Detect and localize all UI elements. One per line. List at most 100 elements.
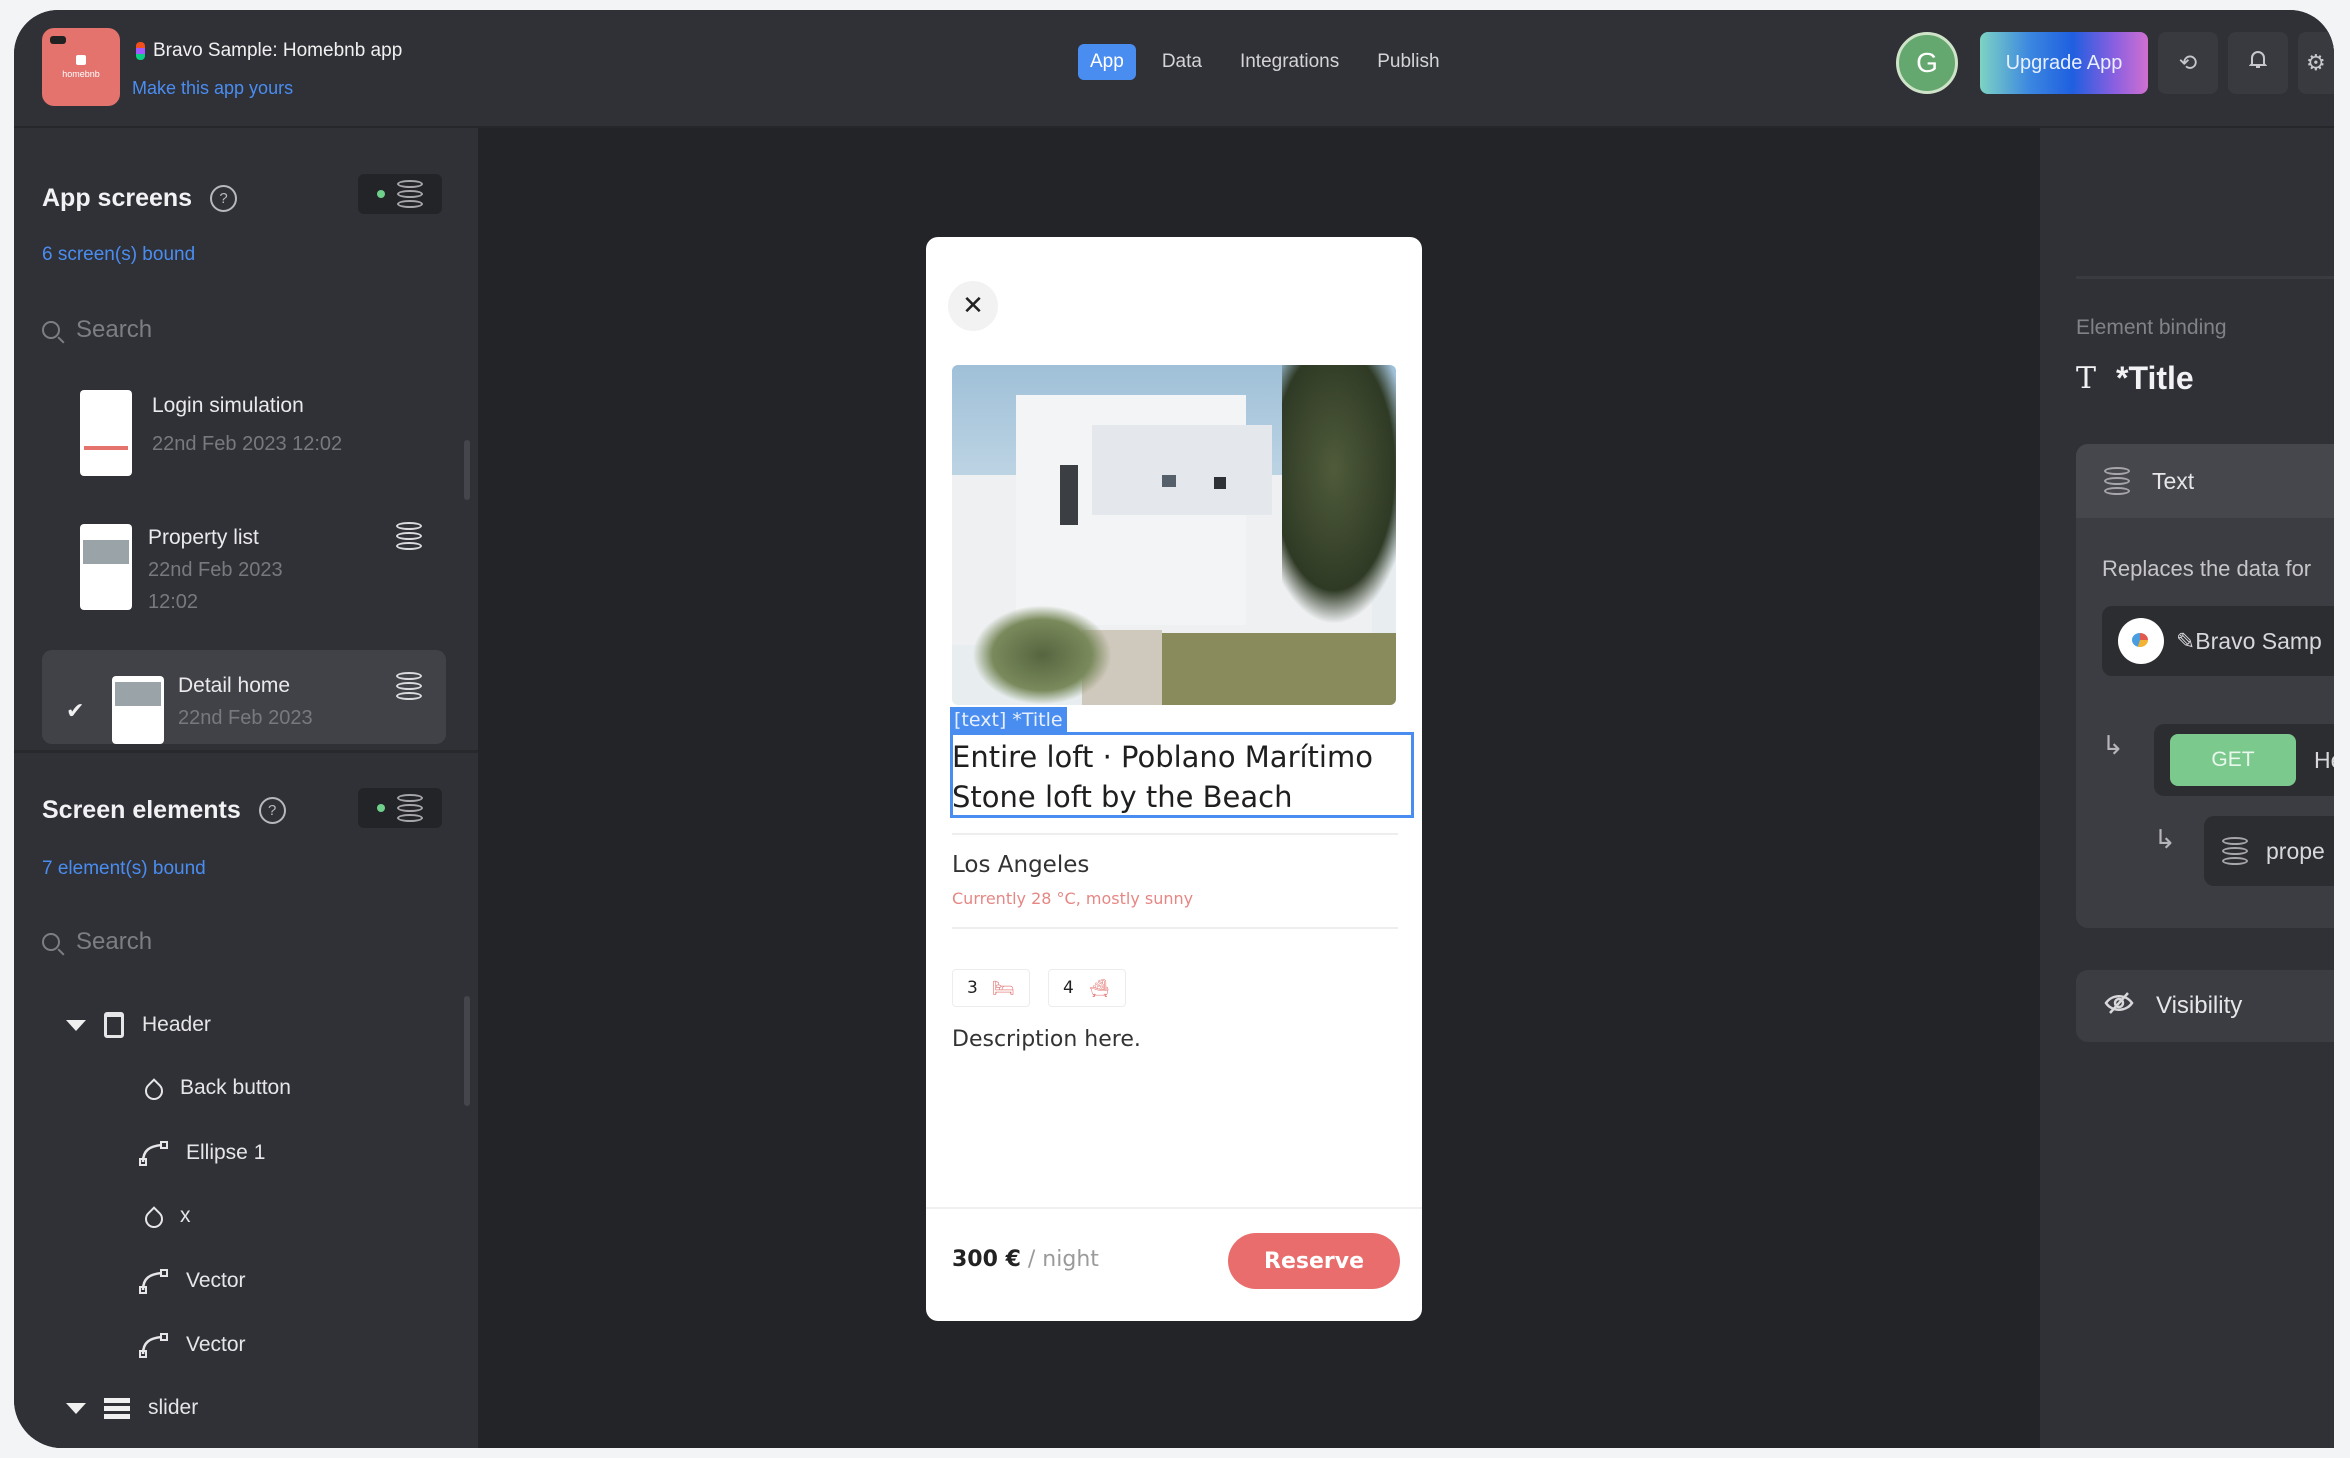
- screen-thumbnail: [80, 390, 132, 476]
- bathrooms-badge: 4 🛁︎: [1048, 969, 1126, 1007]
- app-logo[interactable]: homebnb: [42, 28, 120, 106]
- element-title: T *Title: [2076, 360, 2194, 397]
- text-binding-header[interactable]: Text: [2076, 444, 2334, 518]
- screen-time: 12:02: [148, 591, 199, 613]
- bathrooms-count: 4: [1063, 978, 1074, 998]
- top-bar: homebnb Bravo Sample: Homebnb app Make t…: [14, 10, 2334, 128]
- make-app-yours-link[interactable]: Make this app yours: [132, 78, 293, 99]
- screens-search-input[interactable]: Search: [42, 316, 152, 344]
- weather-text: Currently 28 °C, mostly sunny: [952, 889, 1194, 908]
- request-chip[interactable]: GET He: [2154, 724, 2334, 796]
- tree-item-back-button[interactable]: Back button: [144, 1076, 291, 1100]
- tree-item-header[interactable]: Header: [66, 1012, 211, 1038]
- close-icon: ✕: [962, 291, 984, 321]
- screen-item-detail-home[interactable]: ✔ Detail home 22nd Feb 2023: [42, 650, 446, 744]
- bathtub-icon: 🛁︎: [1087, 977, 1111, 999]
- notifications-button[interactable]: [2228, 32, 2288, 94]
- screen-date: 22nd Feb 2023: [178, 707, 313, 729]
- tab-publish[interactable]: Publish: [1365, 44, 1451, 80]
- reserve-button[interactable]: Reserve: [1228, 1233, 1400, 1289]
- http-method-badge: GET: [2170, 734, 2296, 786]
- tab-data[interactable]: Data: [1150, 44, 1214, 80]
- main-nav: App Data Integrations Publish: [1078, 44, 1452, 80]
- check-icon: ✔: [66, 698, 85, 723]
- caret-down-icon[interactable]: [66, 1019, 86, 1031]
- property-image[interactable]: [952, 365, 1396, 705]
- close-button[interactable]: ✕: [948, 281, 998, 331]
- screen-elements-title: Screen elements: [42, 796, 241, 824]
- top-right-actions: G Upgrade App ⟲ ⚙: [1896, 32, 2334, 94]
- request-name: He: [2314, 746, 2334, 773]
- help-icon[interactable]: ?: [210, 185, 238, 212]
- tree-item-vector[interactable]: Vector: [138, 1268, 246, 1294]
- database-icon: [2104, 467, 2130, 495]
- screen-elements-header: Screen elements ?: [42, 796, 286, 825]
- divider: [952, 927, 1398, 929]
- tree-item-slider[interactable]: slider: [66, 1396, 198, 1420]
- logo-text: homebnb: [62, 69, 100, 79]
- data-source-logo: [2118, 618, 2164, 664]
- bell-icon: [2248, 50, 2268, 76]
- visibility-card[interactable]: Visibility: [2076, 970, 2334, 1042]
- property-city: Los Angeles: [952, 852, 1090, 878]
- sync-icon: ⟲: [2178, 50, 2198, 75]
- data-source-chip[interactable]: ✎Bravo Samp: [2102, 606, 2334, 676]
- database-icon: [397, 180, 423, 208]
- footer-divider: [926, 1207, 1422, 1209]
- binding-panel: Element binding T *Title Text Replaces t…: [2040, 128, 2334, 1448]
- sync-button[interactable]: ⟲: [2158, 32, 2218, 94]
- screen-name: Login simulation: [152, 394, 304, 417]
- settings-icon: ⚙: [2306, 50, 2326, 75]
- help-icon[interactable]: ?: [258, 797, 286, 824]
- screen-item-login-simulation[interactable]: Login simulation 22nd Feb 2023 12:02: [42, 386, 446, 496]
- screens-bound-link[interactable]: 6 screen(s) bound: [42, 244, 195, 266]
- element-name: *Title: [2116, 360, 2194, 396]
- app-screens-header: App screens ?: [42, 184, 238, 213]
- tab-integrations[interactable]: Integrations: [1228, 44, 1351, 80]
- text-binding-card: Text Replaces the data for ✎Bravo Samp ↳…: [2076, 444, 2334, 928]
- selection-tag: [text] *Title: [950, 707, 1067, 733]
- field-name: prope: [2266, 837, 2325, 864]
- caret-down-icon[interactable]: [66, 1402, 86, 1414]
- user-avatar[interactable]: G: [1896, 32, 1958, 94]
- screen-elements-db-toggle[interactable]: [358, 788, 442, 828]
- tree-item-label: x: [180, 1204, 191, 1227]
- vector-icon: [139, 1141, 168, 1166]
- elements-bound-link[interactable]: 7 element(s) bound: [42, 858, 206, 880]
- elements-scrollbar[interactable]: [464, 996, 470, 1106]
- screens-scrollbar[interactable]: [464, 440, 470, 500]
- tree-item-label: Vector: [186, 1333, 246, 1356]
- settings-button[interactable]: ⚙: [2298, 32, 2334, 94]
- elements-search-input[interactable]: Search: [42, 928, 152, 956]
- field-chip[interactable]: prope: [2204, 816, 2334, 886]
- screen-item-property-list[interactable]: Property list 22nd Feb 2023 12:02: [42, 520, 446, 620]
- price: 300 € / night: [952, 1247, 1099, 1272]
- list-icon: [104, 1397, 130, 1419]
- panel-divider: [2076, 276, 2334, 279]
- tree-item-ellipse-1[interactable]: Ellipse 1: [138, 1140, 265, 1166]
- status-dot: [377, 804, 385, 812]
- left-sidebar: App screens ? 6 screen(s) bound Search L…: [14, 128, 478, 1448]
- bag-icon: [76, 55, 86, 65]
- screen-name: Detail home: [178, 674, 291, 697]
- app-screens-db-toggle[interactable]: [358, 174, 442, 214]
- text-type-icon: T: [2076, 361, 2097, 396]
- app-window: homebnb Bravo Sample: Homebnb app Make t…: [14, 10, 2334, 1448]
- figma-icon: [136, 42, 145, 60]
- tree-item-x[interactable]: x: [144, 1204, 191, 1228]
- price-amount: 300 €: [952, 1247, 1021, 1272]
- visibility-label: Visibility: [2156, 992, 2243, 1019]
- app-title: Bravo Sample: Homebnb app: [136, 40, 402, 62]
- phone-preview: ✕ Entire loft · Poblano Marítimo Stone l…: [926, 237, 1422, 1321]
- vector-icon: [139, 1333, 168, 1358]
- upgrade-app-button[interactable]: Upgrade App: [1980, 32, 2148, 94]
- search-placeholder: Search: [76, 316, 153, 343]
- frame-icon: [104, 1012, 124, 1038]
- bedrooms-count: 3: [967, 978, 978, 998]
- tree-item-vector[interactable]: Vector: [138, 1332, 246, 1358]
- tab-app[interactable]: App: [1078, 44, 1136, 80]
- search-icon: [42, 321, 60, 339]
- bound-database-icon: [396, 522, 422, 550]
- screen-date: 22nd Feb 2023 12:02: [152, 433, 343, 455]
- logo-badge: [50, 36, 66, 44]
